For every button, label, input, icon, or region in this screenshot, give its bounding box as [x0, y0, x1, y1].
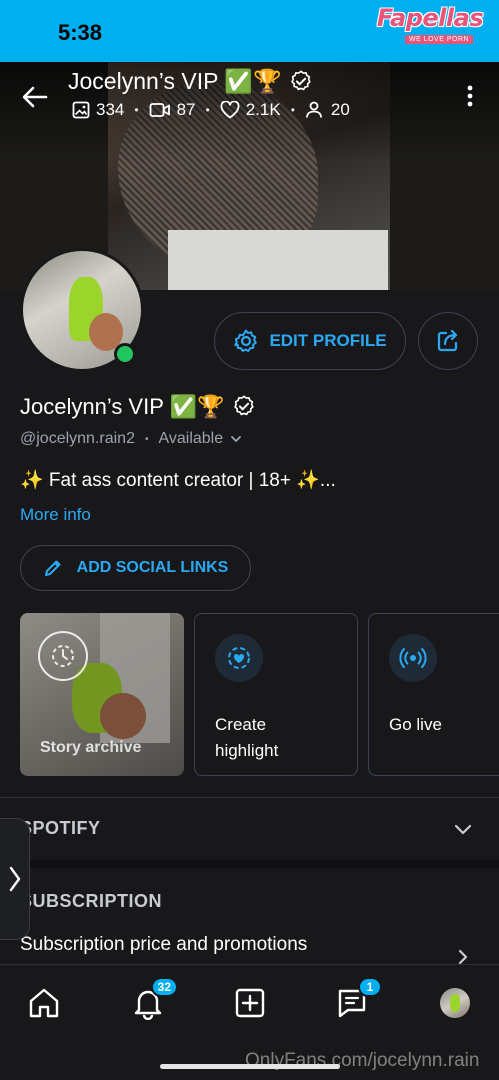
add-social-links-label: ADD SOCIAL LINKS: [76, 559, 229, 576]
nav-profile[interactable]: [437, 985, 473, 1021]
stat-images: 334: [72, 100, 124, 120]
highlight-icon: [215, 634, 263, 682]
watermark-tagline: WE LOVE PORN: [405, 35, 474, 44]
verified-badge-icon: [233, 395, 254, 416]
create-highlight-label: Create highlight: [215, 715, 279, 760]
availability-status[interactable]: Available: [158, 430, 223, 448]
nav-home[interactable]: [26, 985, 62, 1021]
watermark-brand: Fapellas: [376, 4, 484, 32]
users-icon: [305, 101, 322, 118]
verified-badge-icon: [291, 70, 311, 91]
broadcast-icon: [389, 634, 437, 682]
status-bar: 5:38 Fapellas WE LOVE PORN: [0, 0, 499, 62]
handle-row: @jocelynn.rain2 • Available: [20, 430, 243, 448]
section-divider: [0, 860, 499, 868]
go-live-label: Go live: [389, 715, 442, 734]
watermark-logo: Fapellas WE LOVE PORN: [369, 4, 491, 46]
subscription-price-link[interactable]: Subscription price and promotions: [20, 934, 307, 956]
share-icon: [437, 329, 458, 352]
divider: [0, 797, 499, 798]
edit-profile-button[interactable]: EDIT PROFILE: [214, 312, 406, 370]
header-name: Jocelynn’s VIP ✅🏆: [68, 68, 282, 94]
create-highlight-card[interactable]: Create highlight: [194, 613, 358, 776]
go-live-card[interactable]: Go live: [368, 613, 499, 776]
subscription-section-title: SUBSCRIPTION: [20, 891, 163, 911]
chevron-down-icon[interactable]: [229, 432, 243, 446]
more-info-link[interactable]: More info: [20, 505, 91, 525]
add-square-icon: [235, 988, 265, 1018]
chevron-down-icon[interactable]: [452, 818, 474, 840]
side-panel-handle[interactable]: [0, 818, 30, 940]
edit-profile-label: EDIT PROFILE: [269, 331, 387, 350]
spotify-section-title[interactable]: SPOTIFY: [20, 818, 101, 839]
history-icon: [38, 631, 88, 681]
online-status-indicator: [114, 343, 136, 365]
stat-subscribers: 20: [305, 100, 350, 120]
profile-handle: @jocelynn.rain2: [20, 430, 135, 447]
status-time: 5:38: [58, 20, 103, 45]
stat-likes: 2.1K: [220, 100, 281, 120]
story-archive-label: Story archive: [40, 739, 142, 756]
gear-icon: [234, 329, 258, 352]
story-archive-card[interactable]: Story archive: [20, 613, 184, 776]
profile-bio: ✨ Fat ass content creator | 18+ ✨...: [20, 470, 336, 491]
nav-add-post[interactable]: [232, 985, 268, 1021]
home-indicator: [160, 1064, 340, 1069]
header-stats: 334 • 87 • 2.1K • 20: [72, 100, 350, 120]
share-button[interactable]: [418, 312, 478, 370]
more-options-icon[interactable]: [460, 82, 480, 112]
header-title: Jocelynn’s VIP ✅🏆: [68, 68, 312, 95]
chevron-right-icon: [9, 866, 20, 892]
messages-badge: 1: [358, 977, 382, 997]
stat-videos: 87: [149, 100, 196, 120]
image-icon: [72, 101, 90, 119]
add-social-links-button[interactable]: ADD SOCIAL LINKS: [20, 545, 251, 591]
video-icon: [149, 103, 170, 117]
back-arrow-icon[interactable]: [20, 82, 50, 112]
notifications-badge: 32: [150, 977, 178, 997]
heart-icon: [220, 101, 240, 119]
nav-notifications[interactable]: 32: [130, 977, 178, 1021]
pencil-icon: [44, 560, 61, 576]
nav-avatar: [440, 988, 470, 1018]
profile-name: Jocelynn’s VIP ✅🏆: [20, 394, 255, 420]
home-icon: [29, 988, 59, 1018]
nav-messages[interactable]: 1: [334, 977, 382, 1021]
